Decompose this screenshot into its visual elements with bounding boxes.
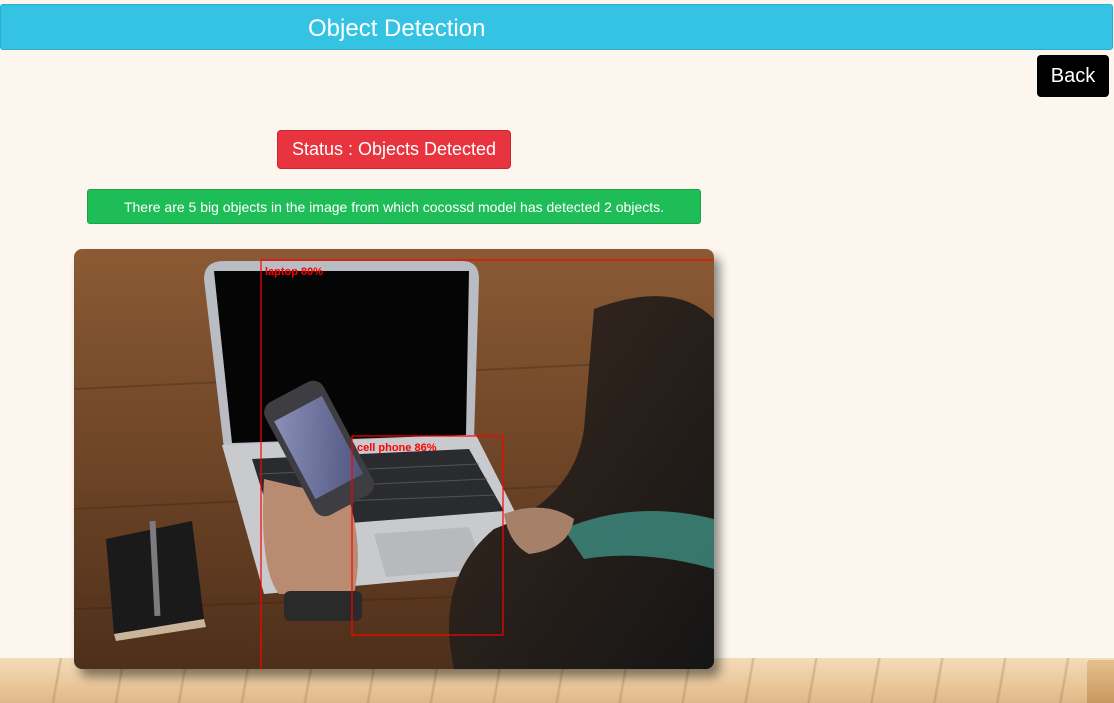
detection-label-cell-phone: cell phone 86% <box>357 442 437 454</box>
detection-info-message: There are 5 big objects in the image fro… <box>87 189 701 224</box>
status-badge: Status : Objects Detected <box>277 130 511 169</box>
back-button[interactable]: Back <box>1037 55 1109 97</box>
app-header: Object Detection <box>0 4 1113 50</box>
detection-image-canvas: laptop 80% cell phone 86% <box>74 249 714 669</box>
page-title: Object Detection <box>308 15 486 42</box>
detection-label-laptop: laptop 80% <box>265 266 323 278</box>
stool-decoration <box>1087 660 1114 703</box>
